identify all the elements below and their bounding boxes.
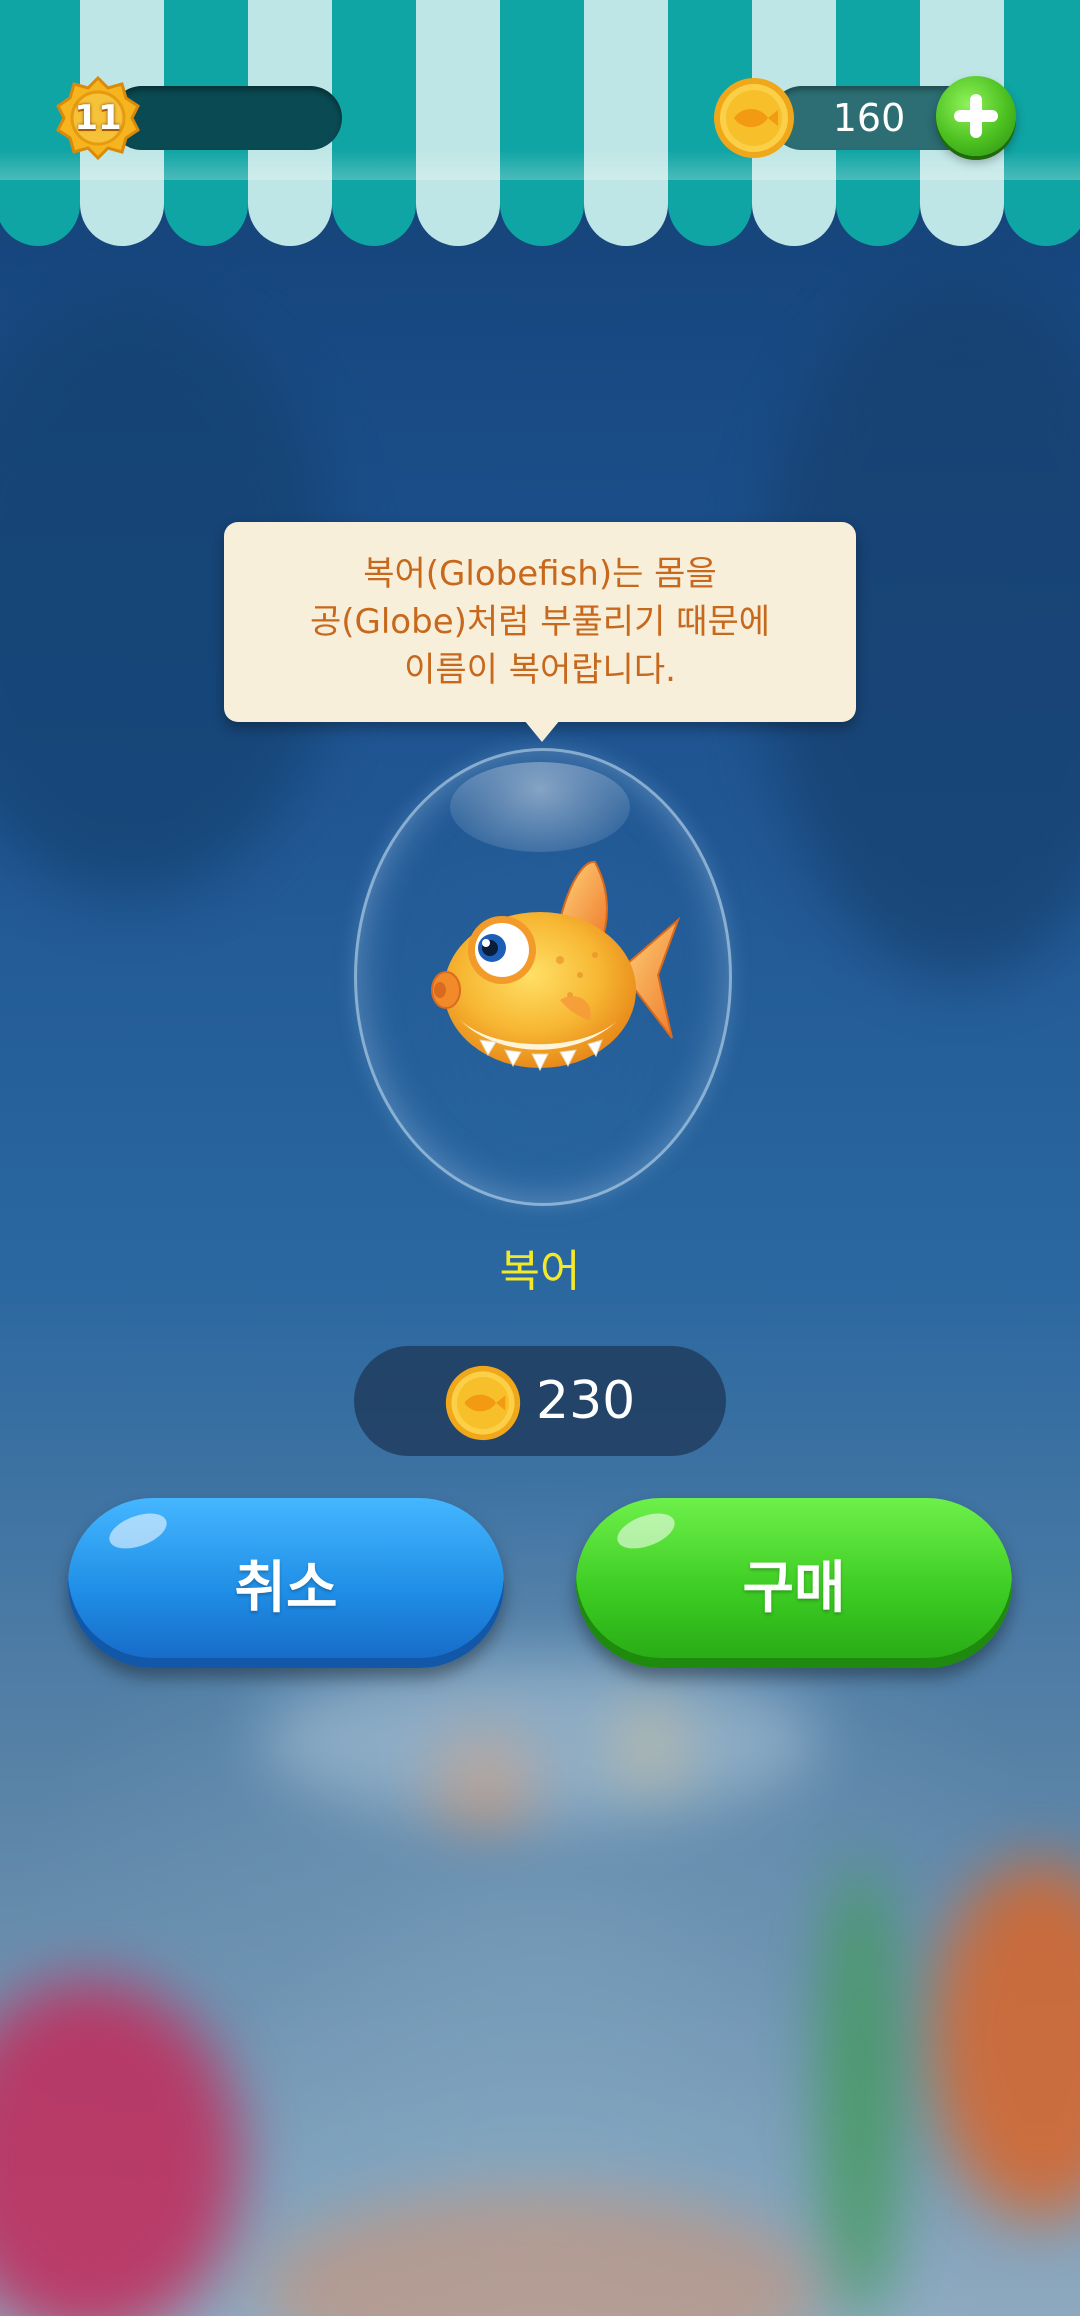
fish-description-tooltip: 복어(Globefish)는 몸을 공(Globe)처럼 부풀리기 때문에 이름… [224, 522, 856, 722]
fish-coin-icon [714, 78, 794, 158]
description-line: 공(Globe)처럼 부풀리기 때문에 [309, 602, 771, 642]
buy-button[interactable]: 구매 [576, 1498, 1012, 1668]
tooltip-tail [524, 720, 560, 742]
awning-stripe [332, 0, 416, 246]
cancel-button[interactable]: 취소 [68, 1498, 504, 1668]
awning-stripe [416, 0, 500, 246]
description-line: 복어(Globefish)는 몸을 [363, 554, 717, 594]
plus-icon-vertical [970, 94, 982, 138]
cancel-button-label: 취소 [234, 1555, 338, 1621]
pufferfish-icon [431, 860, 681, 1072]
level-progress-bar [110, 86, 342, 150]
add-coins-button[interactable] [936, 76, 1016, 156]
awning-stripe [1004, 0, 1080, 246]
bubble-shine [450, 762, 630, 852]
awning-stripe [500, 0, 584, 246]
button-gloss [612, 1506, 680, 1556]
fish-name: 복어 [499, 1246, 581, 1297]
awning-shade [0, 150, 1080, 180]
bg-seaweed [820, 1860, 900, 2316]
coin-balance: 160 [832, 96, 906, 140]
bg-light-patch [260, 1660, 820, 1820]
description-line: 이름이 복어랍니다. [404, 650, 676, 690]
level-number: 11 [74, 98, 122, 138]
awning-stripe [584, 0, 668, 246]
button-gloss [104, 1506, 172, 1556]
price-value: 230 [536, 1371, 636, 1431]
buy-button-label: 구매 [742, 1555, 846, 1621]
fish-coin-icon [445, 1365, 521, 1441]
